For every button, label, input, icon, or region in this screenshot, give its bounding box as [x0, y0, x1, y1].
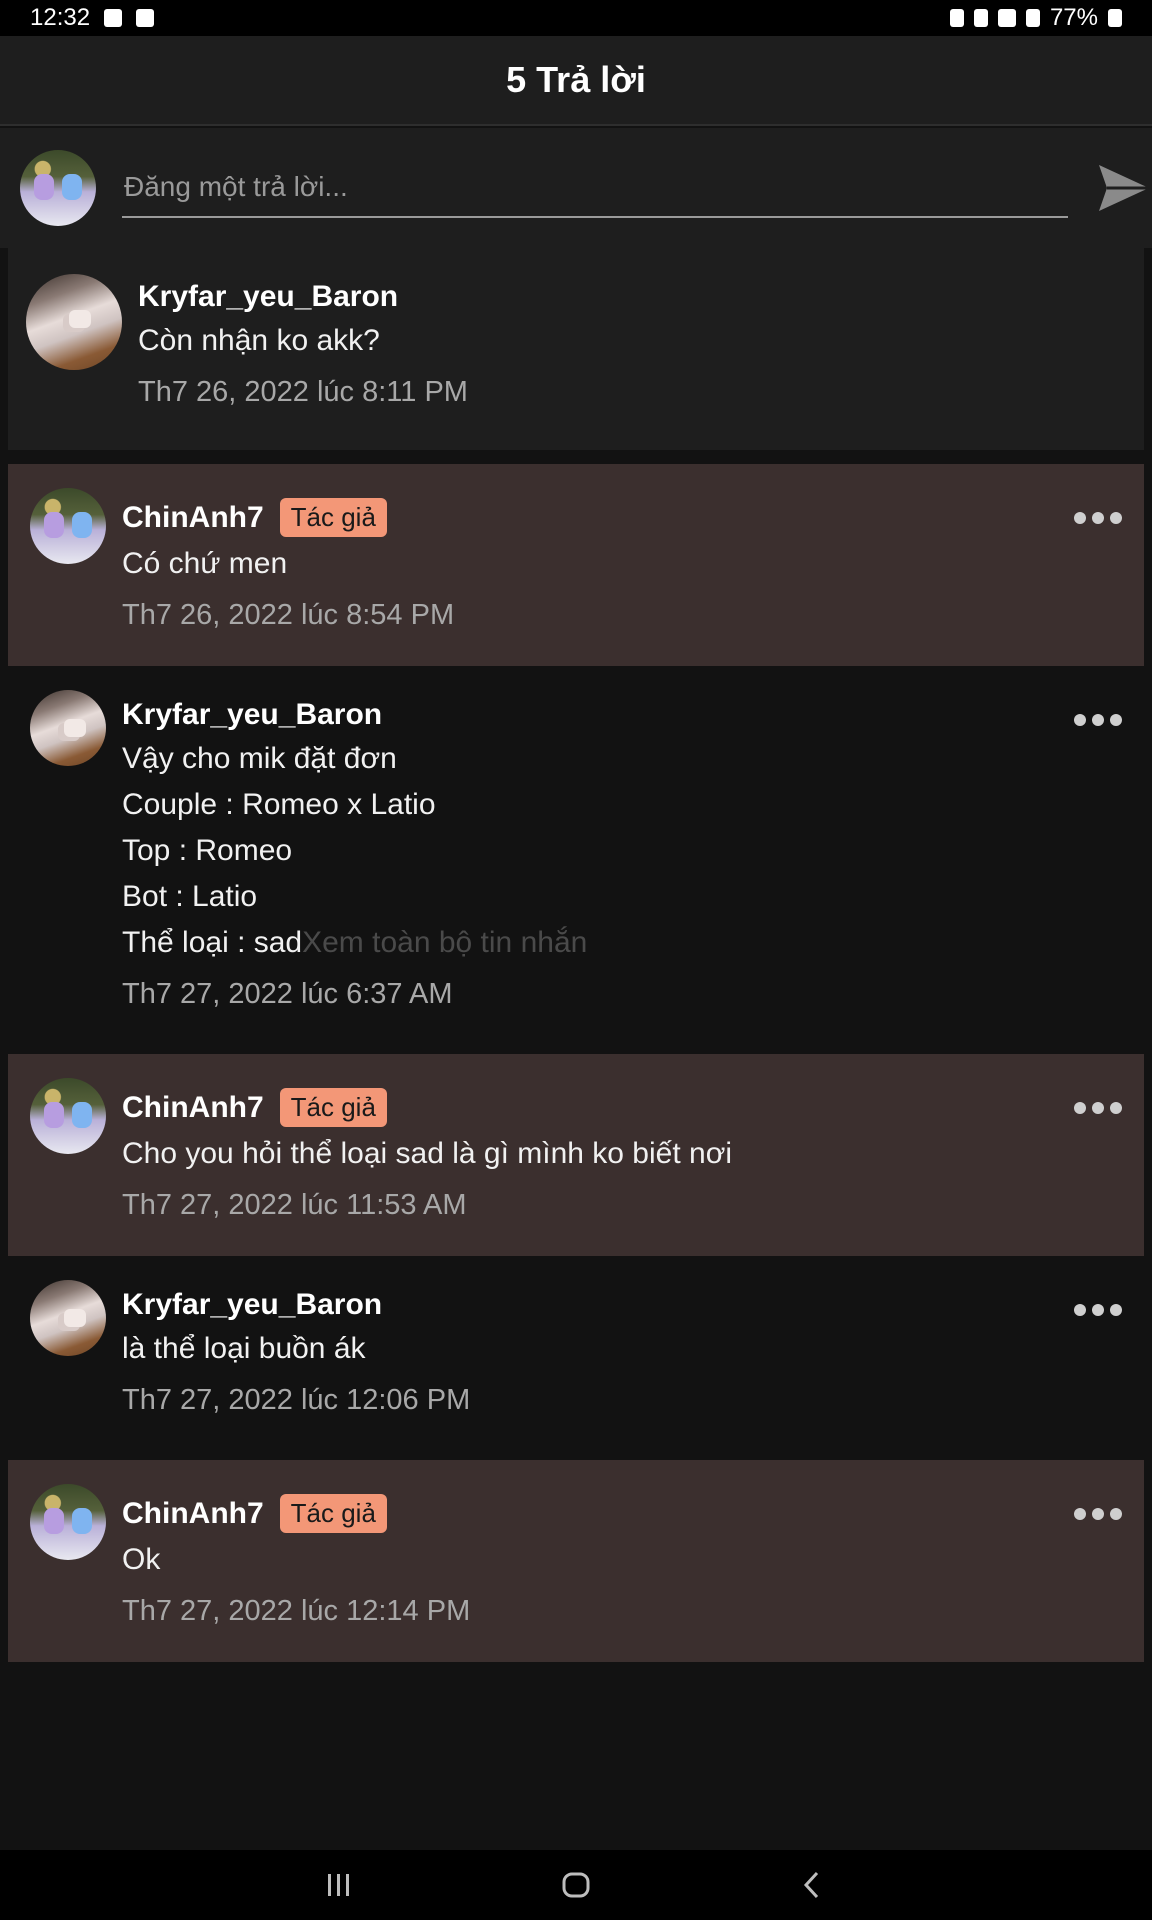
root-comment: Kryfar_yeu_Baron Còn nhận ko akk? Th7 26… — [8, 248, 1144, 450]
reply-item: Kryfar_yeu_Baron Vậy cho mik đặt đơn Cou… — [8, 666, 1144, 1054]
reply-item: ChinAnh7 Tác giả Cho you hỏi thể loại sa… — [8, 1054, 1144, 1256]
reply-message: Có chứ men — [122, 547, 288, 580]
gallery-icon — [104, 9, 123, 27]
wifi-icon — [997, 9, 1016, 27]
reply-message-line: Vậy cho mik đặt đơn — [122, 742, 397, 775]
status-time: 12:32 — [30, 4, 91, 31]
recent-apps-button[interactable] — [324, 1870, 354, 1900]
page-title: 5 Trả lời — [506, 59, 646, 100]
author-badge: Tác giả — [279, 1494, 387, 1533]
reply-message-line: Bot : Latio — [122, 880, 258, 913]
more-options-button[interactable] — [1074, 512, 1122, 524]
see-full-message-link[interactable]: Xem toàn bộ tin nhắn — [302, 926, 587, 959]
system-nav-bar — [0, 1850, 1152, 1920]
author-badge: Tác giả — [279, 1088, 387, 1127]
comment-message: Còn nhận ko akk? — [138, 324, 380, 357]
reply-item: Kryfar_yeu_Baron là thể loại buồn ák Th7… — [8, 1256, 1144, 1460]
more-options-button[interactable] — [1074, 1508, 1122, 1520]
reply-message: Ok — [122, 1543, 161, 1576]
more-options-button[interactable] — [1074, 714, 1122, 726]
reply-message: Cho you hỏi thể loại sad là gì mình ko b… — [122, 1137, 733, 1170]
home-button[interactable] — [561, 1870, 591, 1900]
reply-message-line: Thể loại : sad — [122, 926, 303, 959]
reply-time: Th7 27, 2022 lúc 12:06 PM — [122, 1384, 471, 1416]
avatar — [30, 1280, 106, 1356]
lock-icon — [949, 9, 964, 27]
reply-message: là thể loại buồn ák — [122, 1332, 366, 1365]
reply-time: Th7 27, 2022 lúc 11:53 AM — [122, 1189, 467, 1221]
reply-item: ChinAnh7 Tác giả Có chứ men Th7 26, 2022… — [8, 464, 1144, 666]
status-bar: 12:32 77% — [0, 0, 1152, 36]
avatar — [30, 690, 106, 766]
reply-username[interactable]: ChinAnh7 — [122, 1497, 264, 1531]
battery-percent: 77% — [1049, 4, 1098, 31]
reply-username[interactable]: Kryfar_yeu_Baron — [122, 698, 382, 732]
reply-item: ChinAnh7 Tác giả Ok Th7 27, 2022 lúc 12:… — [8, 1460, 1144, 1662]
reply-username[interactable]: ChinAnh7 — [122, 501, 264, 535]
reply-compose: Đăng một trả lời... — [0, 128, 1152, 248]
reply-message-line: Top : Romeo — [122, 834, 293, 867]
header: 5 Trả lời — [0, 36, 1152, 126]
author-badge: Tác giả — [279, 498, 387, 537]
reply-time: Th7 26, 2022 lúc 8:54 PM — [122, 599, 455, 631]
reply-message-line: Couple : Romeo x Latio — [122, 788, 436, 821]
more-options-button[interactable] — [1074, 1102, 1122, 1114]
send-icon — [1099, 165, 1149, 211]
avatar — [26, 274, 122, 370]
avatar — [30, 1078, 106, 1154]
checkbox-notification-icon — [136, 9, 155, 27]
more-options-button[interactable] — [1074, 1304, 1122, 1316]
reply-time: Th7 27, 2022 lúc 6:37 AM — [122, 978, 453, 1010]
signal-icon — [1025, 9, 1040, 27]
send-button[interactable] — [1096, 160, 1152, 216]
back-button[interactable] — [798, 1870, 828, 1900]
comment-time: Th7 26, 2022 lúc 8:11 PM — [138, 376, 468, 408]
battery-icon — [1108, 9, 1122, 27]
reply-time: Th7 27, 2022 lúc 12:14 PM — [122, 1595, 471, 1627]
mute-icon — [973, 9, 988, 27]
avatar — [20, 150, 96, 226]
reply-username[interactable]: Kryfar_yeu_Baron — [122, 1288, 382, 1322]
comment-username[interactable]: Kryfar_yeu_Baron — [138, 280, 1144, 314]
reply-thread: Kryfar_yeu_Baron Còn nhận ko akk? Th7 26… — [8, 248, 1144, 1662]
reply-input[interactable]: Đăng một trả lời... — [122, 158, 1068, 218]
avatar — [30, 1484, 106, 1560]
reply-username[interactable]: ChinAnh7 — [122, 1091, 264, 1125]
avatar — [30, 488, 106, 564]
